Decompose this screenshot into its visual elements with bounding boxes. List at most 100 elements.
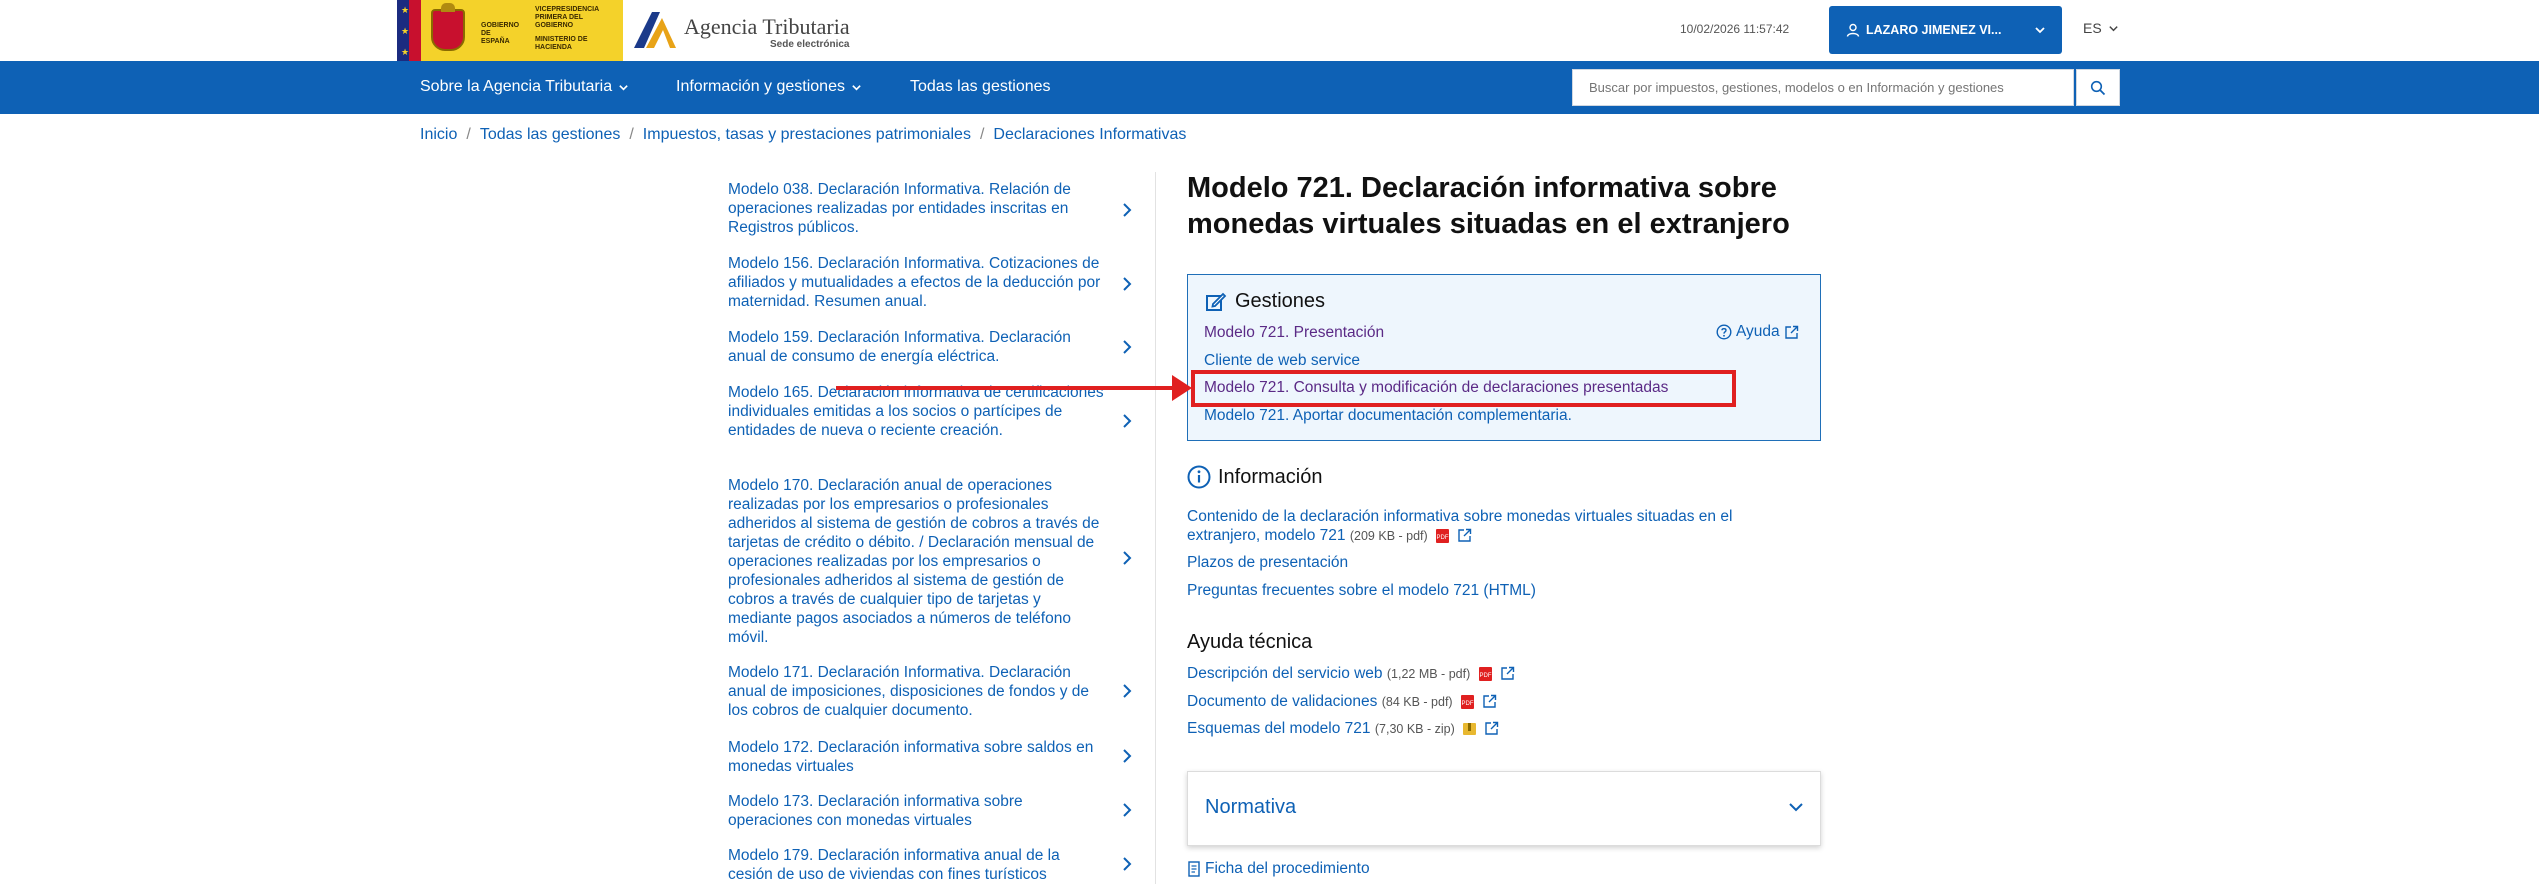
external-link-icon xyxy=(1784,325,1798,339)
external-link-icon xyxy=(1483,695,1497,709)
chevron-right-icon xyxy=(1123,277,1132,291)
government-logo[interactable]: ★ ★ ★ GOBIERNO DE ESPAÑA VICEPRESIDENCIA… xyxy=(397,0,623,61)
link-preguntas-frecuentes[interactable]: Preguntas frecuentes sobre el modelo 721… xyxy=(1187,581,1536,600)
sidebar-item-label: Modelo 172. Declaración informativa sobr… xyxy=(728,739,1094,775)
link-label: Descripción del servicio web xyxy=(1187,665,1383,682)
edit-icon xyxy=(1206,292,1227,311)
chevron-down-icon xyxy=(2109,25,2118,31)
nav-todas-gestiones[interactable]: Todas las gestiones xyxy=(910,78,1051,96)
external-link-icon xyxy=(1501,667,1515,681)
agencia-logo-mark-icon xyxy=(634,12,676,48)
chevron-down-icon xyxy=(2035,27,2045,34)
info-circle-icon xyxy=(1187,465,1211,489)
document-icon xyxy=(1188,861,1200,877)
file-meta: (1,22 MB - pdf) xyxy=(1386,667,1471,681)
zip-file-icon xyxy=(1463,722,1477,735)
link-contenido-declaracion[interactable]: Contenido de la declaración informativa … xyxy=(1187,507,1787,546)
sidebar-item-label: Modelo 038. Declaración Informativa. Rel… xyxy=(728,181,1071,236)
external-link-icon xyxy=(1458,529,1472,543)
sidebar-item-modelo-172[interactable]: Modelo 172. Declaración informativa sobr… xyxy=(728,738,1142,776)
sidebar-item-label: Modelo 159. Declaración Informativa. Dec… xyxy=(728,329,1071,365)
breadcrumb-item[interactable]: Inicio xyxy=(420,126,457,143)
normativa-accordion[interactable]: Normativa xyxy=(1187,771,1821,846)
nav-item-label: Sobre la Agencia Tributaria xyxy=(420,78,613,95)
normativa-label: Normativa xyxy=(1205,796,1297,818)
chevron-down-icon xyxy=(852,84,861,91)
gestiones-heading-text: Gestiones xyxy=(1235,290,1326,312)
breadcrumb-item[interactable]: Impuestos, tasas y prestaciones patrimon… xyxy=(643,126,971,143)
sidebar-item-label: Modelo 165. Declaración informativa de c… xyxy=(728,384,1104,439)
sidebar-item-label: Modelo 156. Declaración Informativa. Cot… xyxy=(728,255,1101,310)
link-esquemas-modelo-721[interactable]: Esquemas del modelo 721 (7,30 KB - zip) xyxy=(1187,719,1499,739)
chevron-right-icon xyxy=(1123,857,1132,871)
ayuda-tecnica-heading-text: Ayuda técnica xyxy=(1187,631,1313,653)
gestiones-heading: Gestiones xyxy=(1205,290,1325,313)
chevron-right-icon xyxy=(1123,749,1132,763)
sidebar-item-label: Modelo 179. Declaración informativa anua… xyxy=(728,847,1060,883)
link-label: Esquemas del modelo 721 xyxy=(1187,720,1371,737)
gov-logo-text-1: GOBIERNO DE ESPAÑA xyxy=(481,22,520,45)
help-circle-icon xyxy=(1716,324,1732,340)
sidebar-item-modelo-179[interactable]: Modelo 179. Declaración informativa anua… xyxy=(728,846,1142,884)
sidebar-item-modelo-170[interactable]: Modelo 170. Declaración anual de operaci… xyxy=(728,476,1142,647)
sidebar-item-modelo-159[interactable]: Modelo 159. Declaración Informativa. Dec… xyxy=(728,328,1142,366)
pdf-file-icon: PDF xyxy=(1478,666,1492,681)
svg-text:PDF: PDF xyxy=(1437,535,1449,541)
nav-item-label: Todas las gestiones xyxy=(910,78,1051,95)
svg-text:PDF: PDF xyxy=(1461,701,1473,707)
chevron-right-icon xyxy=(1123,684,1132,698)
chevron-right-icon xyxy=(1123,203,1132,217)
main-nav: Sobre la Agencia Tributaria Información … xyxy=(0,61,2539,114)
breadcrumb-item[interactable]: Todas las gestiones xyxy=(480,126,621,143)
sidebar-item-label: Modelo 170. Declaración anual de operaci… xyxy=(728,477,1100,646)
sidebar-item-label: Modelo 171. Declaración Informativa. Dec… xyxy=(728,664,1090,719)
sidebar-item-modelo-156[interactable]: Modelo 156. Declaración Informativa. Cot… xyxy=(728,254,1142,311)
annotation-arrow-head xyxy=(1172,375,1192,401)
nav-item-label: Información y gestiones xyxy=(676,78,845,95)
sidebar-item-modelo-038[interactable]: Modelo 038. Declaración Informativa. Rel… xyxy=(728,180,1142,237)
informacion-heading: Información xyxy=(1187,465,1323,489)
agencia-tributaria-logo[interactable]: Agencia Tributaria Sede electrónica xyxy=(632,8,872,54)
search-input[interactable] xyxy=(1572,69,2074,106)
link-modelo-721-presentacion[interactable]: Modelo 721. Presentación xyxy=(1204,324,1384,342)
breadcrumb-item[interactable]: Declaraciones Informativas xyxy=(993,126,1186,143)
user-menu-button[interactable]: LAZARO JIMENEZ VI... xyxy=(1829,6,2062,54)
coat-of-arms-icon xyxy=(431,3,465,51)
gov-logo-text-2: VICEPRESIDENCIA PRIMERA DEL GOBIERNO xyxy=(535,6,599,29)
link-documento-validaciones[interactable]: Documento de validaciones (84 KB - pdf) … xyxy=(1187,692,1497,712)
column-divider xyxy=(1155,172,1156,884)
site-title: Agencia Tributaria xyxy=(684,14,850,39)
gestiones-panel: Gestiones Modelo 721. Presentación Clien… xyxy=(1187,274,1821,441)
chevron-right-icon xyxy=(1123,414,1132,428)
user-icon xyxy=(1846,23,1860,37)
ficha-procedimiento-link[interactable]: Ficha del procedimiento xyxy=(1187,860,1370,878)
chevron-right-icon xyxy=(1123,551,1132,565)
annotation-arrow-shaft xyxy=(836,386,1176,390)
pdf-file-icon: PDF xyxy=(1460,694,1474,709)
search-icon xyxy=(2090,80,2106,95)
link-label: Documento de validaciones xyxy=(1187,693,1378,710)
sidebar-item-modelo-165[interactable]: Modelo 165. Declaración informativa de c… xyxy=(728,383,1142,440)
chevron-down-icon xyxy=(619,84,628,91)
sidebar-item-modelo-171[interactable]: Modelo 171. Declaración Informativa. Dec… xyxy=(728,663,1142,720)
svg-text:PDF: PDF xyxy=(1479,673,1491,679)
link-modelo-721-aportar-documentacion[interactable]: Modelo 721. Aportar documentación comple… xyxy=(1204,407,1572,425)
ayuda-link[interactable]: Ayuda xyxy=(1716,323,1799,341)
link-plazos-presentacion[interactable]: Plazos de presentación xyxy=(1187,553,1348,572)
sidebar-item-modelo-173[interactable]: Modelo 173. Declaración informativa sobr… xyxy=(728,792,1142,830)
chevron-down-icon xyxy=(1789,803,1803,812)
session-datetime: 10/02/2026 11:57:42 xyxy=(1680,22,1790,36)
search-button[interactable] xyxy=(2076,69,2120,106)
nav-informacion-gestiones[interactable]: Información y gestiones xyxy=(676,78,862,96)
link-descripcion-servicio-web[interactable]: Descripción del servicio web (1,22 MB - … xyxy=(1187,664,1515,684)
chevron-right-icon xyxy=(1123,340,1132,354)
language-selector[interactable]: ES xyxy=(2083,20,2119,36)
external-link-icon xyxy=(1485,722,1499,736)
breadcrumb: Inicio / Todas las gestiones / Impuestos, ta… xyxy=(420,126,1187,143)
nav-sobre-agencia[interactable]: Sobre la Agencia Tributaria xyxy=(420,78,629,96)
file-meta: (84 KB - pdf) xyxy=(1381,695,1453,709)
language-label: ES xyxy=(2083,20,2102,36)
link-cliente-web-service[interactable]: Cliente de web service xyxy=(1204,352,1360,370)
gov-logo-text-3: MINISTERIO DE HACIENDA xyxy=(535,36,588,51)
file-meta: (209 KB - pdf) xyxy=(1349,529,1428,543)
